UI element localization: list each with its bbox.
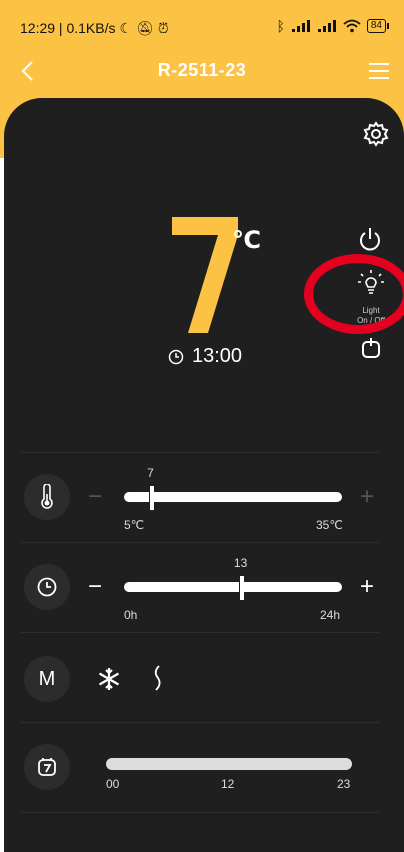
timer-icon[interactable]: [358, 336, 384, 362]
gear-icon[interactable]: [362, 120, 390, 148]
temperature-digit: [172, 217, 238, 333]
temperature-unit: ℃: [232, 226, 262, 254]
weekly-schedule-button: [24, 744, 70, 790]
time-slider-min: 0h: [124, 608, 138, 622]
status-time-speed: 12:29 | 0.1KB/s: [20, 20, 116, 36]
bell-off-icon: 🔕︎: [136, 20, 154, 36]
time-decrease-button[interactable]: −: [88, 575, 102, 599]
thermometer-icon: [41, 484, 53, 509]
control-panel: [4, 98, 404, 852]
schedule-label: 00: [106, 777, 120, 791]
alarm-icon: ⏰︎: [157, 20, 169, 36]
thermometer-button: [24, 474, 70, 520]
status-bar: 12:29 | 0.1KB/s ☾ 🔕︎ ⏰︎ ᛒ 84: [0, 0, 404, 48]
snowflake-icon[interactable]: [96, 666, 122, 692]
time-slider-thumb[interactable]: [238, 575, 244, 600]
temp-decrease-button[interactable]: −: [88, 485, 102, 509]
divider: [20, 452, 380, 453]
power-icon[interactable]: [356, 226, 384, 254]
temp-slider-min: 5℃: [124, 518, 145, 532]
temp-slider-value: 7: [147, 466, 154, 480]
current-time: 13:00: [168, 345, 242, 368]
time-increase-button[interactable]: +: [360, 575, 374, 599]
status-right: ᛒ 84: [276, 18, 390, 34]
clock-icon: [168, 349, 184, 364]
mode-button[interactable]: M: [24, 656, 70, 702]
temp-slider-track[interactable]: [124, 492, 342, 502]
temp-increase-button[interactable]: +: [360, 485, 374, 509]
divider: [20, 722, 380, 723]
nav-bar: R-2511-23: [0, 48, 404, 98]
time-slider-value: 13: [233, 556, 248, 570]
calendar-seven-icon: [38, 758, 56, 776]
status-left: 12:29 | 0.1KB/s ☾ 🔕︎ ⏰︎: [20, 20, 169, 36]
battery-icon: 84: [366, 19, 390, 33]
schedule-bar[interactable]: [106, 758, 352, 770]
time-slider-max: 24h: [320, 608, 341, 622]
annotation-circle: [304, 254, 404, 334]
divider: [20, 542, 380, 543]
temp-slider-thumb[interactable]: [148, 485, 154, 510]
wifi-icon: [343, 19, 361, 33]
signal-icon: [317, 20, 336, 32]
heat-wave-icon[interactable]: [150, 664, 164, 692]
divider: [20, 812, 380, 813]
temp-slider-max: 35℃: [316, 518, 343, 532]
page-title: R-2511-23: [157, 60, 247, 80]
moon-icon: ☾: [119, 20, 133, 36]
clock-icon: [37, 577, 57, 597]
time-value: 13:00: [192, 345, 243, 367]
time-slider-track[interactable]: [124, 582, 342, 592]
menu-icon[interactable]: [366, 58, 392, 84]
clock-button: [24, 564, 70, 610]
schedule-label: 23: [337, 777, 351, 791]
divider: [20, 632, 380, 633]
schedule-label: 12: [221, 777, 235, 791]
bluetooth-icon: ᛒ: [276, 18, 285, 34]
signal-icon: [291, 20, 310, 32]
